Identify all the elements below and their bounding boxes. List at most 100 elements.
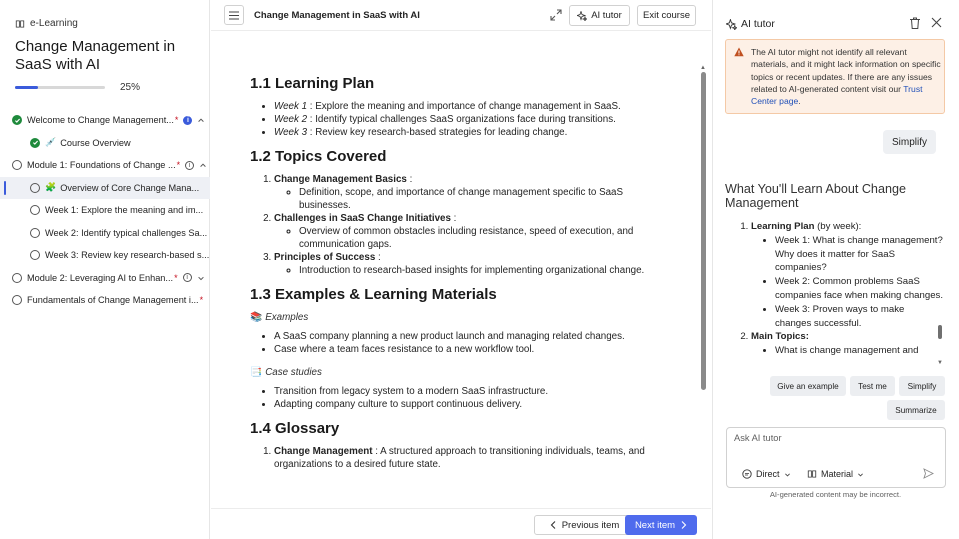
puzzle-icon: 🧩 xyxy=(45,182,57,193)
test-me-chip[interactable]: Test me xyxy=(850,376,895,396)
mode-dropdown[interactable]: Direct xyxy=(742,469,791,479)
chevron-up-icon[interactable] xyxy=(197,116,205,124)
ai-tutor-label: AI tutor xyxy=(591,10,622,21)
simplify-chip[interactable]: Simplify xyxy=(899,376,945,396)
brand: e-Learning xyxy=(15,18,78,29)
scroll-up-arrow[interactable]: ▲ xyxy=(700,65,706,71)
glossary-list: Change Management : A structured approac… xyxy=(274,445,670,471)
expand-icon[interactable] xyxy=(549,8,563,22)
list-item: Main Topics: What is change management a… xyxy=(751,330,943,358)
section-heading: 1.3 Examples & Learning Materials xyxy=(250,286,497,303)
required-marker: * xyxy=(199,295,204,306)
info-icon: i xyxy=(182,273,192,283)
examples-list: A SaaS company planning a new product la… xyxy=(274,330,670,356)
trash-icon[interactable] xyxy=(909,17,921,29)
book-icon xyxy=(15,19,25,28)
tutor-scrollbar[interactable] xyxy=(938,325,942,339)
summarize-chip[interactable]: Summarize xyxy=(887,400,945,420)
nav-item-week-1[interactable]: Week 1: Explore the meaning and im... xyxy=(0,199,210,222)
list-item: Week 1 : Explore the meaning and importa… xyxy=(274,100,670,113)
list-subitem: Overview of common obstacles including r… xyxy=(299,225,670,251)
list-item: Adapting company culture to support cont… xyxy=(274,398,670,411)
user-message-bubble: Simplify xyxy=(883,130,936,154)
list-item: Transition from legacy system to a moder… xyxy=(274,385,670,398)
scroll-down-arrow[interactable]: ▼ xyxy=(937,360,943,366)
nav-item-week-3[interactable]: Week 3: Review key research-based s... xyxy=(0,244,210,267)
exit-course-button[interactable]: Exit course xyxy=(637,5,696,26)
progress-bar xyxy=(15,86,105,89)
ai-tutor-panel: AI tutor The AI tutor might not identify… xyxy=(712,0,959,539)
chevron-up-icon[interactable] xyxy=(199,161,207,169)
tutor-response: What You'll Learn About Change Managemen… xyxy=(725,182,943,366)
lesson-content: 1.1 Learning Plan Week 1 : Explore the m… xyxy=(211,32,711,487)
document-icon: 📑 xyxy=(250,367,263,378)
required-marker: * xyxy=(174,115,179,126)
progress-fill xyxy=(15,86,38,89)
previous-item-button[interactable]: Previous item xyxy=(534,515,635,535)
completed-check-icon xyxy=(12,115,22,126)
section-heading: 1.2 Topics Covered xyxy=(250,148,387,165)
course-nav: Welcome to Change Management... * i 💉 Co… xyxy=(0,109,210,312)
chat-bubble-icon xyxy=(742,469,752,479)
list-subitem: Introduction to research-based insights … xyxy=(299,264,670,277)
nav-item-module-2[interactable]: Module 2: Leveraging AI to Enhan... * i xyxy=(0,267,210,290)
warning-icon xyxy=(734,47,744,57)
nav-item-module-1[interactable]: Module 1: Foundations of Change ... * i xyxy=(0,154,210,177)
response-heading: What You'll Learn About Change Managemen… xyxy=(725,182,906,210)
ai-tutor-button[interactable]: AI tutor xyxy=(569,5,630,26)
send-icon[interactable] xyxy=(923,468,934,479)
nav-item-week-2[interactable]: Week 2: Identify typical challenges Sa..… xyxy=(0,222,210,245)
lesson-article: 1.1 Learning Plan Week 1 : Explore the m… xyxy=(250,75,670,480)
list-item: Week 3 : Review key research-based strat… xyxy=(274,126,670,139)
give-example-chip[interactable]: Give an example xyxy=(770,376,846,396)
content-scrollbar[interactable] xyxy=(701,72,706,390)
sparkle-icon xyxy=(577,10,588,21)
warning-text: The AI tutor might not identify all rele… xyxy=(751,47,941,107)
ask-tutor-box: Direct Material xyxy=(726,427,946,488)
list-subitem: Week 1: What is change management? Why d… xyxy=(775,234,943,275)
syringe-icon: 💉 xyxy=(45,137,57,148)
sparkle-icon xyxy=(726,18,737,30)
close-icon[interactable] xyxy=(931,17,942,28)
nav-item-label: Week 2: Identify typical challenges Sa..… xyxy=(45,227,208,238)
chevron-down-icon xyxy=(858,472,863,477)
topics-list: Change Management Basics : Definition, s… xyxy=(274,173,670,277)
nav-item-label: Module 1: Foundations of Change ... xyxy=(27,160,176,171)
incomplete-circle-icon xyxy=(30,205,40,216)
page-title: Change Management in SaaS with AI xyxy=(254,10,420,21)
list-item: A SaaS company planning a new product la… xyxy=(274,330,670,343)
list-subitem: Definition, scope, and importance of cha… xyxy=(299,186,670,212)
nav-item-label: Module 2: Leveraging AI to Enhan... xyxy=(27,272,174,283)
nav-item-course-overview[interactable]: 💉 Course Overview xyxy=(0,132,210,155)
course-sidebar: e-Learning Change Management in SaaS wit… xyxy=(0,0,210,539)
tutor-header: AI tutor xyxy=(726,18,775,30)
nav-item-overview-core[interactable]: 🧩 Overview of Core Change Mana... xyxy=(0,176,210,199)
nav-item-label: Course Overview xyxy=(60,137,131,148)
ai-content-disclaimer: AI-generated content may be incorrect. xyxy=(769,490,902,499)
ask-tutor-input[interactable] xyxy=(734,433,934,443)
learning-plan-list: Week 1 : Explore the meaning and importa… xyxy=(274,100,670,139)
source-dropdown[interactable]: Material xyxy=(807,469,864,479)
nav-item-welcome[interactable]: Welcome to Change Management... * i xyxy=(0,109,210,132)
nav-item-label: Fundamentals of Change Management i... xyxy=(27,295,199,306)
list-item: Learning Plan (by week): Week 1: What is… xyxy=(751,220,943,330)
top-toolbar: Change Management in SaaS with AI AI tut… xyxy=(211,0,711,31)
brand-label: e-Learning xyxy=(30,18,78,29)
hamburger-icon xyxy=(229,10,239,20)
next-item-button[interactable]: Next item xyxy=(625,515,697,535)
incomplete-circle-icon xyxy=(30,250,40,261)
info-icon: i xyxy=(183,115,193,125)
incomplete-circle-icon xyxy=(12,295,22,306)
list-item: Week 2 : Identify typical challenges Saa… xyxy=(274,113,670,126)
ai-disclaimer-banner: The AI tutor might not identify all rele… xyxy=(725,39,945,114)
chevron-down-icon[interactable] xyxy=(197,274,205,282)
main-content-area: Change Management in SaaS with AI AI tut… xyxy=(211,0,711,539)
section-heading: 1.1 Learning Plan xyxy=(250,75,375,92)
response-list: Learning Plan (by week): Week 1: What is… xyxy=(751,220,943,358)
case-studies-label: 📑 Case studies xyxy=(250,367,322,378)
nav-item-fundamentals[interactable]: Fundamentals of Change Management i... * xyxy=(0,289,210,312)
nav-item-label: Welcome to Change Management... xyxy=(27,115,174,126)
books-icon: 📚 xyxy=(250,312,263,323)
completed-check-icon xyxy=(30,137,40,148)
toggle-sidebar-button[interactable] xyxy=(224,5,244,25)
